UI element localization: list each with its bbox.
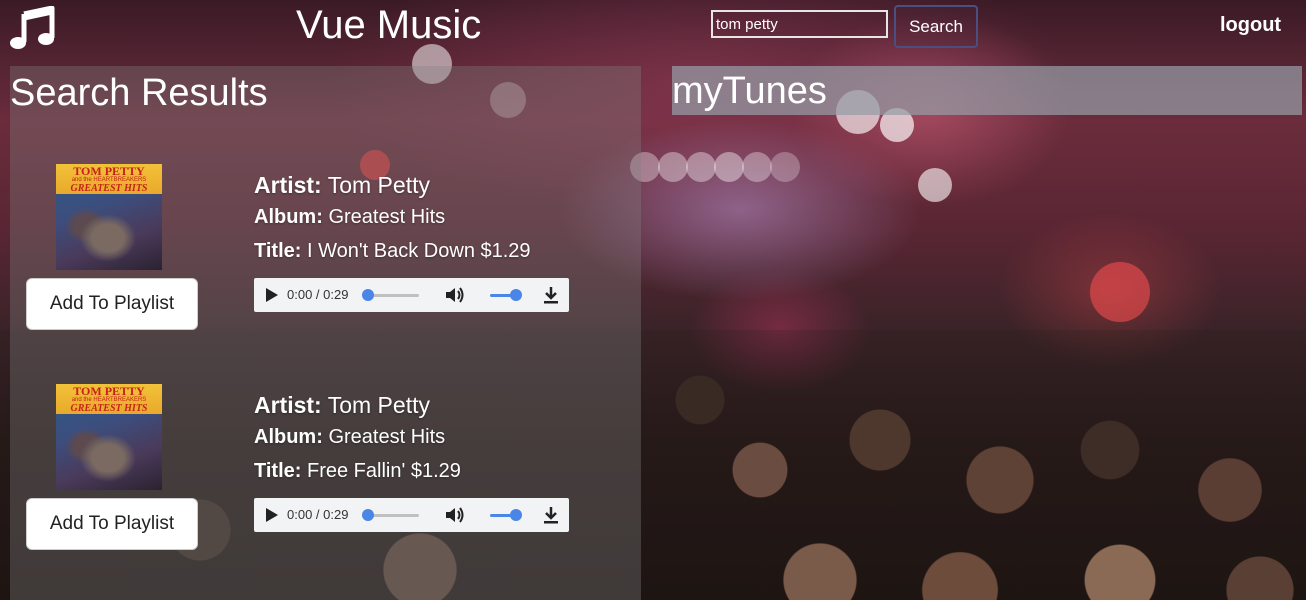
volume-thumb[interactable] <box>510 509 522 521</box>
player-time: 0:00 / 0:29 <box>287 507 349 522</box>
song-meta: Artist: Tom Petty Album: Greatest Hits T… <box>254 172 531 274</box>
audio-player: 0:00 / 0:29 <box>254 498 569 532</box>
artist-value: Tom Petty <box>327 392 430 418</box>
stage-light <box>658 152 688 182</box>
music-note-icon[interactable] <box>10 5 56 50</box>
album-label: Album: <box>254 426 323 448</box>
volume-icon[interactable] <box>444 286 466 304</box>
song-meta: Artist: Tom Petty Album: Greatest Hits T… <box>254 392 461 494</box>
stage-light <box>770 152 800 182</box>
progress-track[interactable] <box>367 294 419 297</box>
song-artist: Artist: Tom Petty <box>254 392 461 426</box>
album-art-title: GREATEST HITS <box>70 183 148 194</box>
search-results-heading: Search Results <box>10 72 268 114</box>
stage-light <box>742 152 772 182</box>
song-card: TOM PETTY and the HEARTBREAKERS GREATEST… <box>10 162 641 362</box>
search-input[interactable] <box>711 10 888 38</box>
logout-link[interactable]: logout <box>1220 14 1281 37</box>
song-artist: Artist: Tom Petty <box>254 172 531 206</box>
album-value: Greatest Hits <box>328 426 446 448</box>
album-art-title: GREATEST HITS <box>70 403 148 414</box>
title-value: Free Fallin' $1.29 <box>306 460 461 482</box>
title-value: I Won't Back Down $1.29 <box>306 240 531 262</box>
song-album: Album: Greatest Hits <box>254 426 461 460</box>
audio-player: 0:00 / 0:29 <box>254 278 569 312</box>
volume-thumb[interactable] <box>510 289 522 301</box>
mytunes-heading: myTunes <box>672 70 827 112</box>
progress-track[interactable] <box>367 514 419 517</box>
album-art-artist: TOM PETTY <box>73 384 145 398</box>
search-button[interactable]: Search <box>894 5 978 48</box>
artist-label: Artist: <box>254 392 322 418</box>
player-time: 0:00 / 0:29 <box>287 287 349 302</box>
artist-value: Tom Petty <box>327 172 430 198</box>
progress-thumb[interactable] <box>362 509 374 521</box>
title-label: Title: <box>254 460 302 482</box>
app-title: Vue Music <box>296 3 482 47</box>
stage-light <box>714 152 744 182</box>
volume-icon[interactable] <box>444 506 466 524</box>
add-to-playlist-button[interactable]: Add To Playlist <box>26 498 198 550</box>
album-value: Greatest Hits <box>328 206 446 228</box>
stage-light <box>918 168 952 202</box>
song-title: Title: I Won't Back Down $1.29 <box>254 240 531 274</box>
album-art: TOM PETTY and the HEARTBREAKERS GREATEST… <box>56 164 162 270</box>
mytunes-panel: myTunes <box>672 66 1302 115</box>
play-icon[interactable] <box>266 288 278 302</box>
play-icon[interactable] <box>266 508 278 522</box>
song-card: TOM PETTY and the HEARTBREAKERS GREATEST… <box>10 382 641 582</box>
stage-light <box>1090 262 1150 322</box>
song-album: Album: Greatest Hits <box>254 206 531 240</box>
album-label: Album: <box>254 206 323 228</box>
add-to-playlist-button[interactable]: Add To Playlist <box>26 278 198 330</box>
search-results-panel: Search Results TOM PETTY and the HEARTBR… <box>10 66 641 600</box>
download-icon[interactable] <box>542 286 560 304</box>
stage-light <box>686 152 716 182</box>
album-art-artist: TOM PETTY <box>73 164 145 178</box>
artist-label: Artist: <box>254 172 322 198</box>
title-label: Title: <box>254 240 302 262</box>
song-title: Title: Free Fallin' $1.29 <box>254 460 461 494</box>
album-art: TOM PETTY and the HEARTBREAKERS GREATEST… <box>56 384 162 490</box>
progress-thumb[interactable] <box>362 289 374 301</box>
download-icon[interactable] <box>542 506 560 524</box>
